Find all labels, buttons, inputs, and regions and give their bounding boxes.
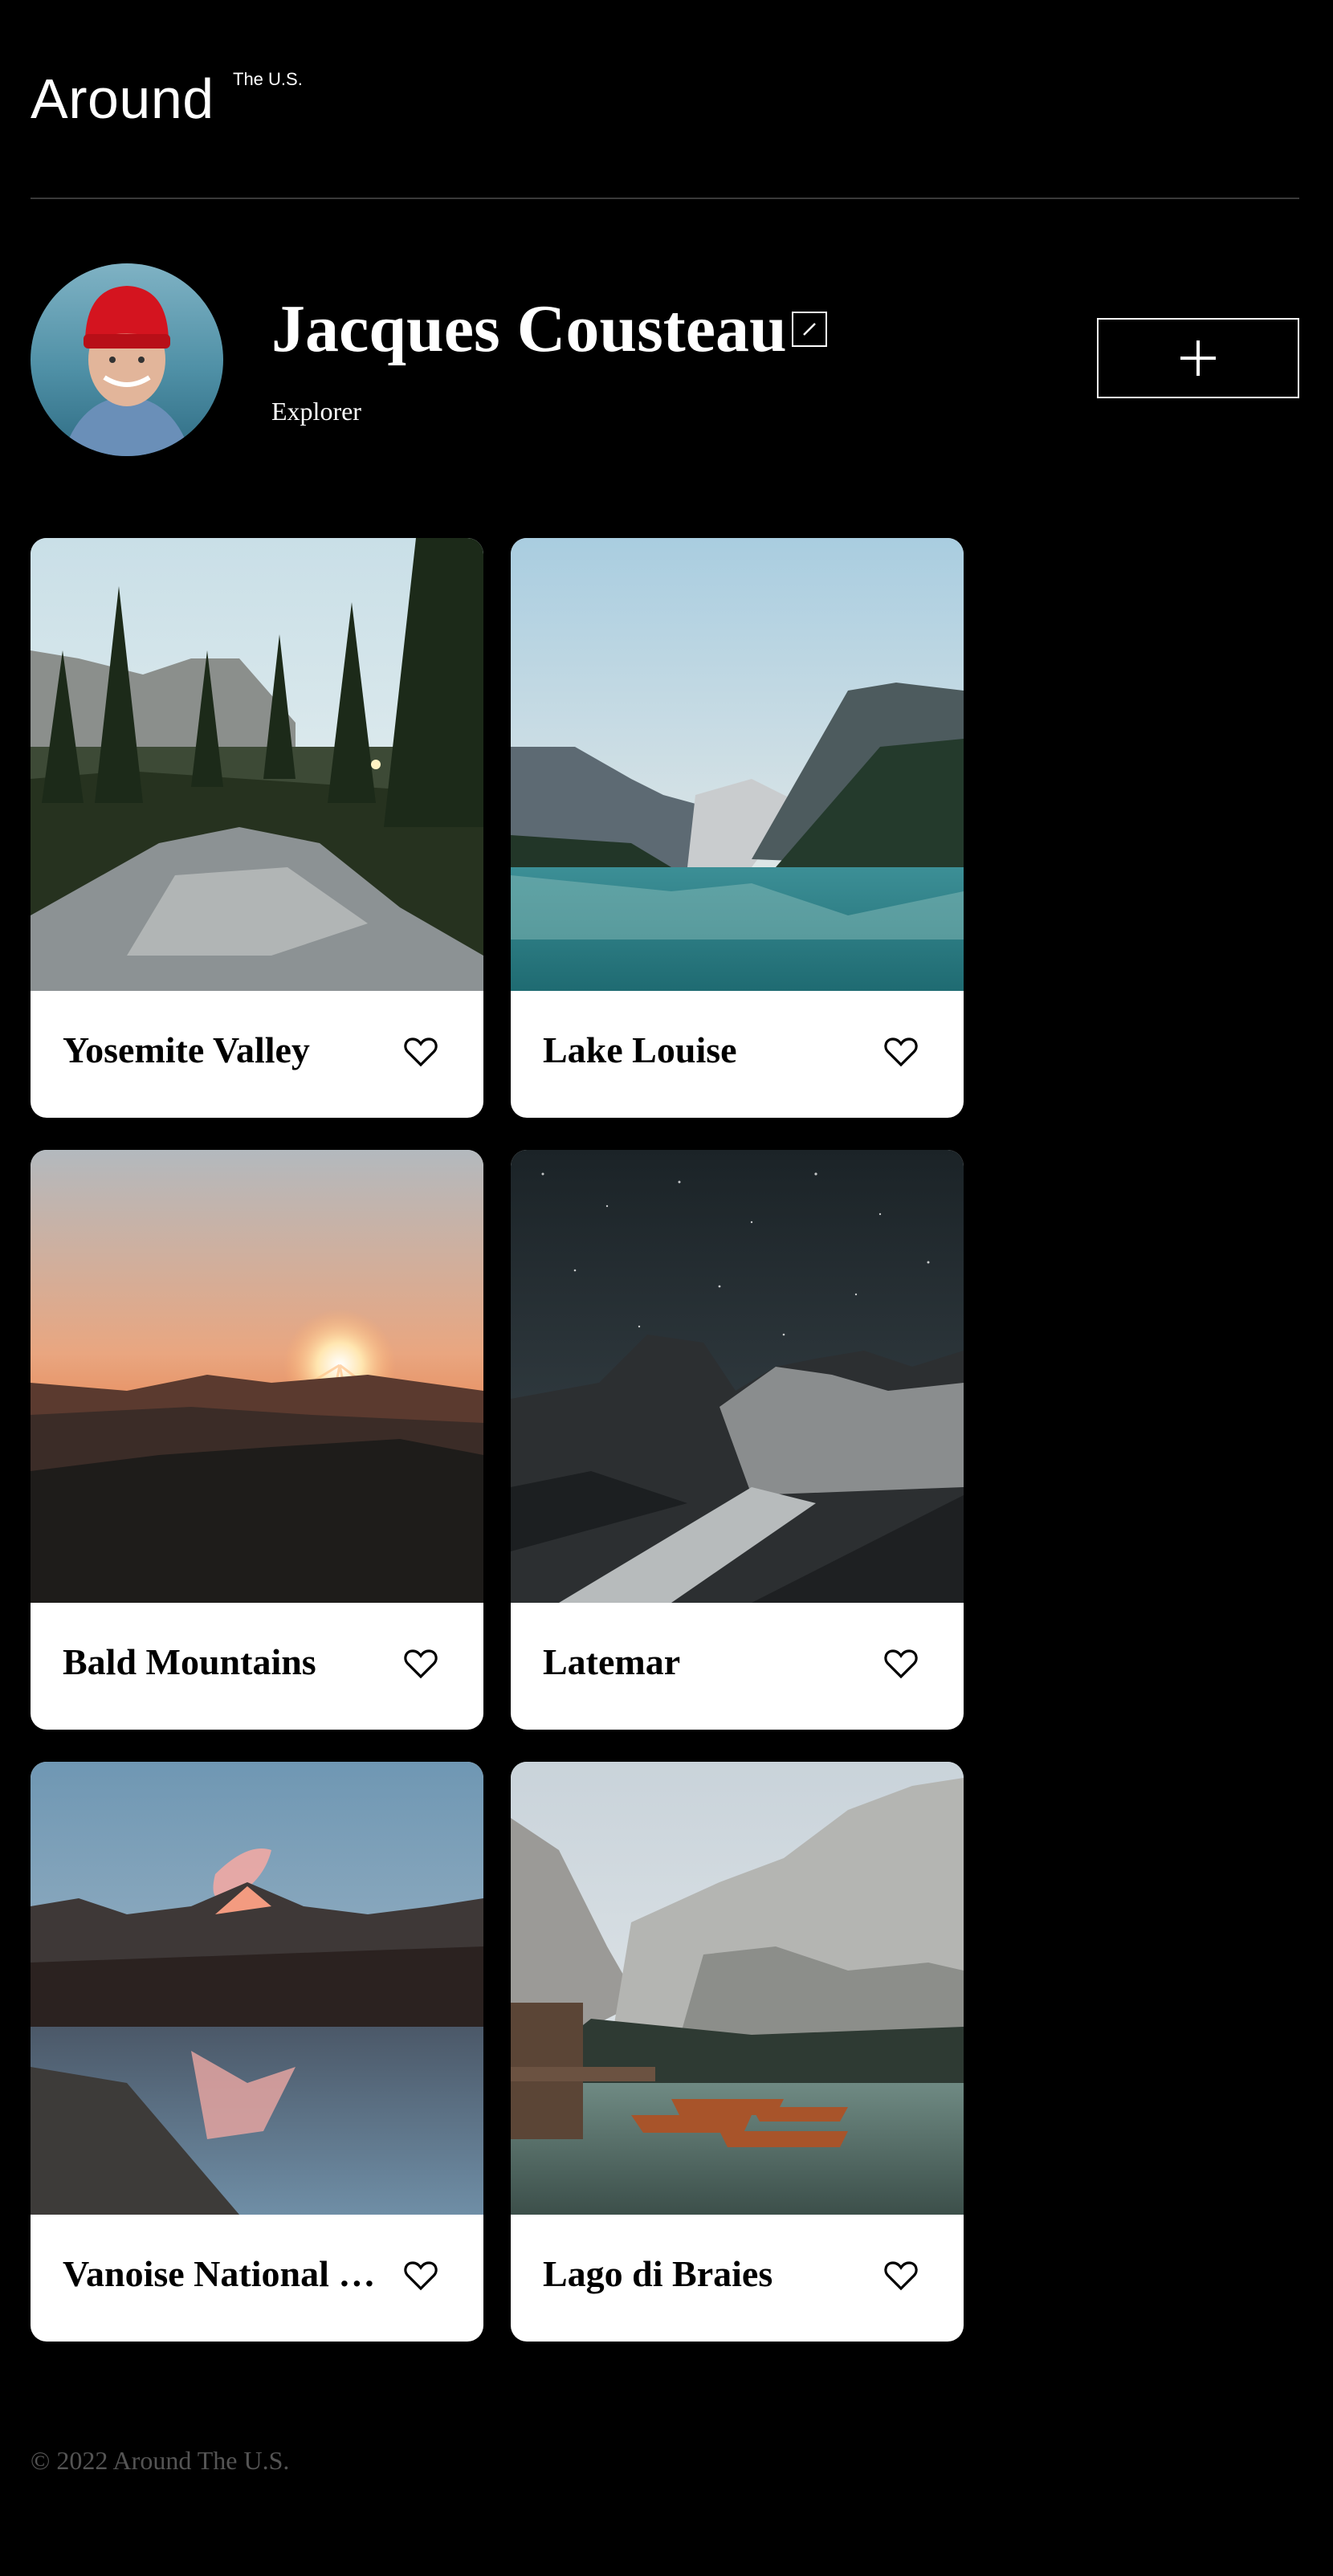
logo: Around [31, 67, 214, 130]
place-card: Lago di Braies [511, 1762, 964, 2342]
heart-icon [404, 1649, 438, 1679]
like-button[interactable] [882, 1645, 920, 1683]
place-card: Lake Louise [511, 538, 964, 1118]
heart-icon [404, 1037, 438, 1067]
card-title: Latemar [543, 1641, 681, 1682]
like-button[interactable] [402, 2256, 440, 2295]
edit-profile-button[interactable] [792, 312, 827, 347]
profile-about: Explorer [271, 397, 361, 426]
profile-section: Jacques Cousteau Explorer [31, 263, 1299, 456]
heart-icon [884, 2261, 918, 2291]
card-title: Vanoise National Park [63, 2253, 392, 2294]
like-button[interactable] [882, 1033, 920, 1071]
avatar[interactable] [31, 263, 223, 456]
place-card: Yosemite Valley [31, 538, 483, 1118]
card-title: Bald Mountains [63, 1641, 316, 1682]
card-title: Lago di Braies [543, 2253, 773, 2294]
card-title: Yosemite Valley [63, 1029, 310, 1070]
card-image[interactable] [31, 1150, 483, 1603]
plus-icon [1180, 340, 1216, 376]
page-header: Around The U.S. [31, 0, 1299, 199]
pencil-icon [803, 323, 816, 336]
heart-icon [404, 2261, 438, 2291]
like-button[interactable] [882, 2256, 920, 2295]
place-card: Vanoise National Park [31, 1762, 483, 2342]
add-card-button[interactable] [1097, 318, 1299, 398]
card-image[interactable] [31, 538, 483, 991]
card-image[interactable] [511, 1762, 964, 2215]
footer-copyright: © 2022 Around The U.S. [31, 2446, 290, 2475]
card-image[interactable] [511, 538, 964, 991]
like-button[interactable] [402, 1033, 440, 1071]
like-button[interactable] [402, 1645, 440, 1683]
heart-icon [884, 1037, 918, 1067]
place-card: Bald Mountains [31, 1150, 483, 1730]
card-image[interactable] [31, 1762, 483, 2215]
heart-icon [884, 1649, 918, 1679]
card-image[interactable] [511, 1150, 964, 1603]
card-title: Lake Louise [543, 1029, 737, 1070]
logo-superscript: The U.S. [233, 69, 303, 89]
place-card: Latemar [511, 1150, 964, 1730]
profile-name: Jacques Cousteau [271, 291, 787, 366]
